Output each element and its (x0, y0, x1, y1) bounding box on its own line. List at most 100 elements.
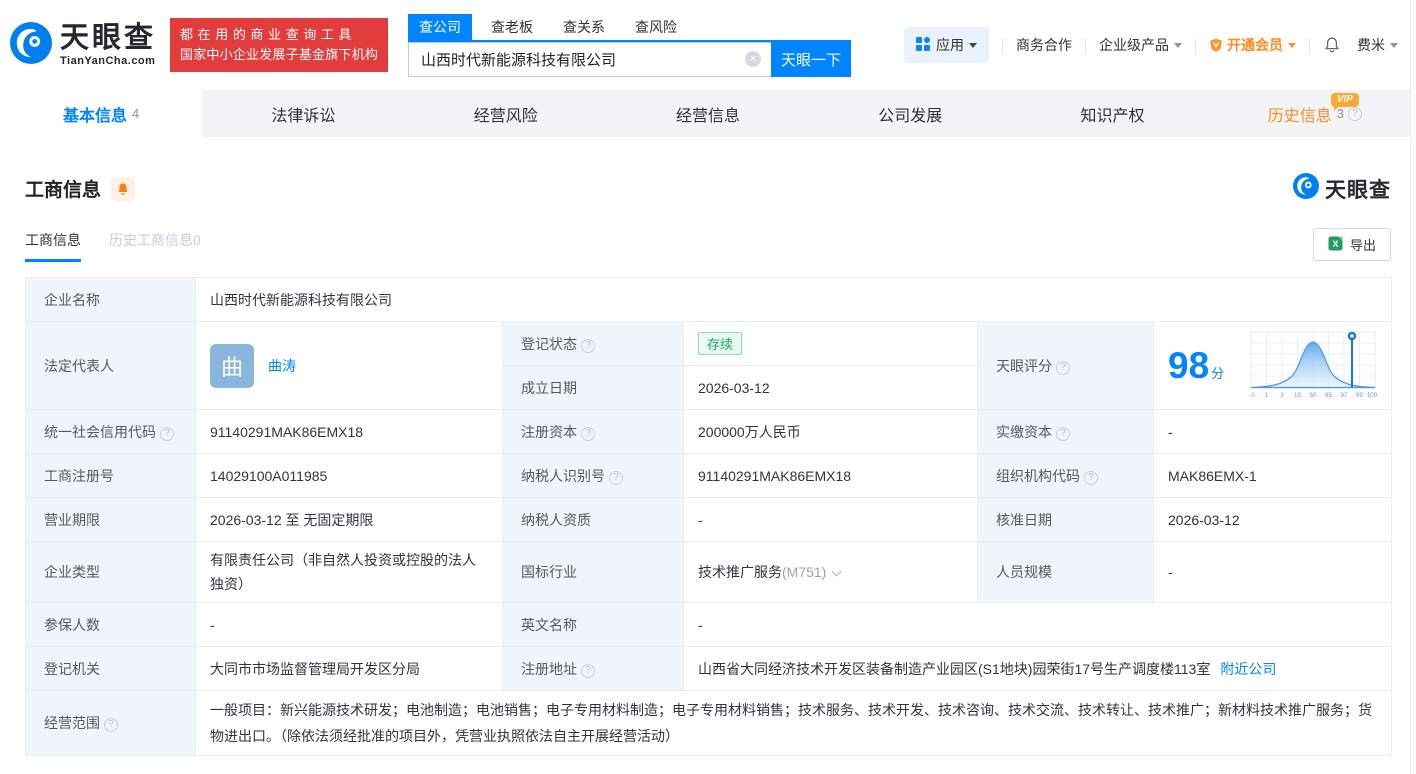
taxpayer-quality-value: - (683, 497, 978, 542)
scrollbar[interactable] (1410, 0, 1416, 774)
tianyancha-logo[interactable]: 天眼查 TianYanCha.com (10, 21, 156, 69)
svg-text:X: X (1332, 239, 1338, 249)
tianyancha-watermark: 天眼查 (1293, 173, 1391, 204)
search-tabs: 查公司 查老板 查关系 查风险 (408, 13, 852, 42)
help-icon[interactable] (581, 426, 595, 441)
tab-history-info[interactable]: 历史信息 3 VIP (1214, 90, 1416, 137)
subtab-history-business-info[interactable]: 历史工商信息0 (109, 230, 201, 262)
help-icon[interactable] (1056, 426, 1070, 441)
field-label: 企业类型 (25, 541, 196, 603)
field-label: 经营范围 (25, 690, 196, 756)
search-tab-boss[interactable]: 查老板 (480, 14, 544, 40)
field-label: 企业名称 (25, 277, 196, 322)
search-tab-risk[interactable]: 查风险 (624, 14, 688, 40)
section-title: 工商信息 (25, 180, 102, 201)
open-vip-menu[interactable]: 开通会员 (1209, 35, 1296, 55)
tab-operation-info[interactable]: 经营信息 (607, 90, 809, 137)
field-label: 注册地址 (502, 646, 684, 691)
apps-grid-icon (916, 36, 930, 54)
apps-menu[interactable]: 应用 (904, 27, 989, 63)
chevron-down-icon (1174, 42, 1182, 48)
score-axis-labels: 0 1 3 15 50 85 97 99 100 (1251, 392, 1377, 399)
field-label: 天眼评分 (977, 321, 1154, 410)
excel-icon: X (1328, 236, 1343, 254)
search-tab-relation[interactable]: 查关系 (552, 14, 616, 40)
reg-number-value: 14029100A011985 (195, 453, 503, 498)
table-row: 营业期限 2026-03-12 至 无固定期限 纳税人资质 - 核准日期 202… (25, 497, 1393, 542)
search-button[interactable]: 天眼一下 (771, 41, 852, 77)
tab-operation-risk[interactable]: 经营风险 (405, 90, 607, 137)
reg-status-cell: 存续 (683, 321, 978, 366)
subscribe-bell-icon[interactable] (111, 176, 136, 201)
search-tab-company[interactable]: 查公司 (408, 13, 473, 40)
divider (1195, 37, 1196, 53)
legal-rep-link[interactable]: 曲涛 (268, 356, 296, 376)
help-icon[interactable] (1056, 360, 1070, 375)
brand-domain: TianYanCha.com (60, 55, 156, 67)
vip-badge: VIP (1330, 93, 1359, 111)
business-term-value: 2026-03-12 至 无固定期限 (195, 497, 503, 542)
slogan-line1: 都在用的商业查询工具 (180, 27, 357, 42)
table-row: 工商注册号 14029100A011985 纳税人识别号 91140291MAK… (25, 453, 1393, 498)
user-menu[interactable]: 费米 (1357, 35, 1398, 55)
reg-capital-value: 200000万人民币 (683, 409, 978, 454)
field-label: 国标行业 (502, 541, 684, 603)
status-badge: 存续 (698, 332, 743, 355)
help-icon[interactable] (581, 338, 595, 353)
search-area: 查公司 查老板 查关系 查风险 天眼一下 (408, 13, 852, 77)
industry-value-cell[interactable]: 技术推广服务(M751) (683, 541, 978, 603)
score-cell: 98 分 0 1 3 15 50 85 97 99 100 (1152, 321, 1393, 410)
help-icon[interactable] (1084, 470, 1098, 485)
tab-intellectual-property[interactable]: 知识产权 (1011, 90, 1213, 137)
top-header: 天眼查 TianYanCha.com 都在用的商业查询工具 国家中小企业发展子基… (0, 0, 1416, 90)
help-icon[interactable] (581, 663, 595, 678)
legal-rep-cell: 曲 曲涛 (195, 321, 503, 410)
export-button[interactable]: X 导出 (1312, 228, 1391, 261)
field-label: 实缴资本 (977, 409, 1154, 454)
tab-count: 4 (132, 106, 140, 121)
table-row: 参保人数 - 英文名称 - (25, 602, 1393, 647)
help-icon[interactable] (104, 718, 118, 732)
svg-text:99: 99 (1356, 392, 1363, 399)
company-nav-tabs: 基本信息 4 法律诉讼 经营风险 经营信息 公司发展 知识产权 历史信息 3 V… (0, 90, 1416, 137)
svg-text:100: 100 (1367, 392, 1377, 399)
company-type-value: 有限责任公司（非自然人投资或控股的法人独资） (195, 541, 503, 603)
help-icon[interactable] (609, 470, 623, 485)
svg-text:97: 97 (1341, 392, 1348, 399)
help-icon[interactable] (1347, 106, 1362, 121)
business-info-table: 企业名称 山西时代新能源科技有限公司 法定代表人 曲 曲涛 登记状态 存续 天眼… (25, 277, 1393, 756)
svg-text:15: 15 (1294, 392, 1301, 399)
field-label: 英文名称 (502, 602, 684, 647)
watermark-logo-icon (1293, 173, 1319, 204)
chevron-down-icon (1288, 42, 1296, 48)
field-label: 注册资本 (502, 409, 684, 454)
chevron-down-icon (1390, 42, 1398, 48)
tab-company-development[interactable]: 公司发展 (809, 90, 1011, 137)
search-input-box (408, 41, 772, 77)
business-scope-value: 一般项目：新兴能源技术研发；电池制造；电池销售；电子专用材料制造；电子专用材料销… (194, 690, 1393, 756)
divider (1309, 37, 1310, 53)
divider (1085, 37, 1086, 53)
field-label: 登记状态 (502, 321, 684, 366)
header-menu: 应用 商务合作 企业级产品 开通会员 费米 (904, 27, 1398, 63)
divider (1002, 37, 1003, 53)
search-input[interactable] (421, 50, 746, 68)
tab-basic-info[interactable]: 基本信息 4 (0, 90, 203, 137)
notification-bell-icon[interactable] (1323, 36, 1341, 54)
field-label: 工商注册号 (25, 453, 196, 498)
vip-shield-icon (1209, 38, 1223, 52)
avatar[interactable]: 曲 (210, 343, 254, 388)
enterprise-products-menu[interactable]: 企业级产品 (1099, 35, 1182, 55)
reg-address-cell: 山西省大同经济技术开发区装备制造产业园区(S1地块)园荣街17号生产调度楼113… (682, 646, 1393, 691)
field-label: 统一社会信用代码 (25, 409, 196, 454)
clear-search-icon[interactable] (745, 51, 762, 67)
help-icon[interactable] (160, 426, 174, 441)
insured-count-value: - (195, 602, 503, 647)
main-content: 工商信息 天眼查 工商信息 历史工商信息0 X 导出 企业名称 山西时代新能源科… (0, 137, 1416, 756)
tab-legal-litigation[interactable]: 法律诉讼 (202, 90, 404, 137)
nearby-companies-link[interactable]: 附近公司 (1220, 661, 1276, 677)
business-cooperation-link[interactable]: 商务合作 (1016, 35, 1072, 55)
subtab-business-info[interactable]: 工商信息 (25, 230, 81, 262)
field-label: 登记机关 (25, 646, 196, 691)
score-distribution-chart: 0 1 3 15 50 85 97 99 100 (1250, 331, 1377, 399)
